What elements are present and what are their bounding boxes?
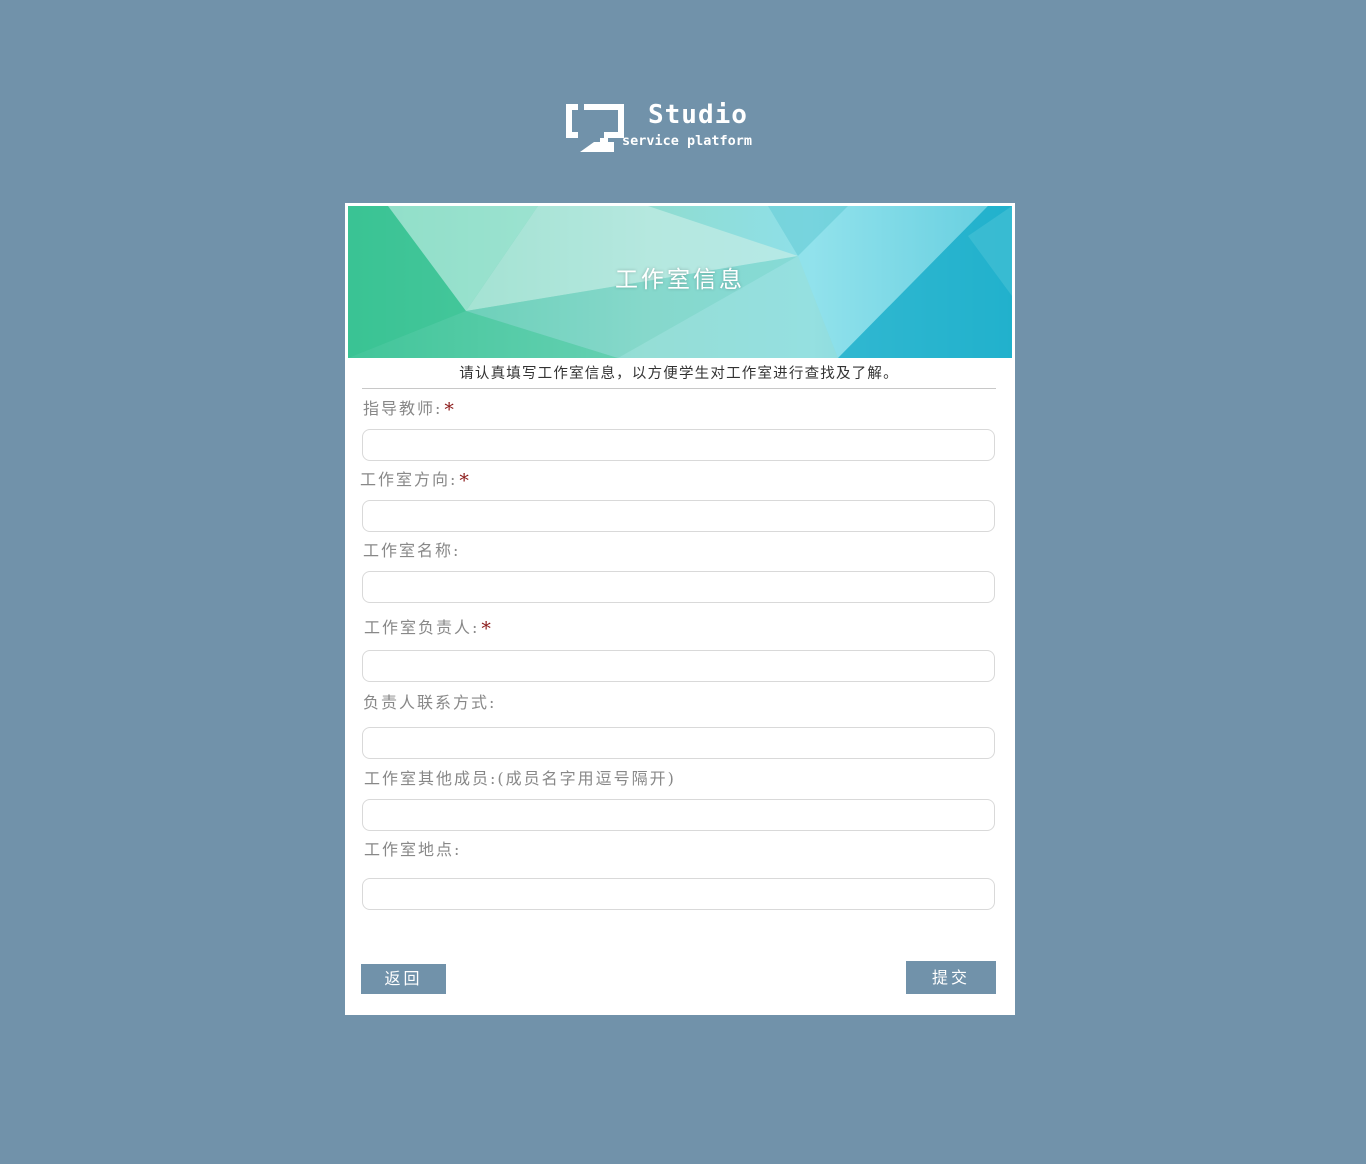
contact-label-text: 负责人联系方式: [363,693,497,712]
location-label-text: 工作室地点: [364,840,462,859]
advisor-label-text: 指导教师: [363,399,443,418]
banner: 工作室信息 [348,206,1012,358]
direction-label: 工作室方向: * [360,468,471,492]
banner-title: 工作室信息 [615,267,745,293]
studio-name-input[interactable] [362,571,995,603]
monitor-bracket-icon [566,104,624,152]
studio-name-label-text: 工作室名称: [363,541,461,560]
back-button[interactable]: 返回 [361,964,446,994]
studio-form-card: 工作室信息 请认真填写工作室信息，以方便学生对工作室进行查找及了解。 指导教师:… [345,203,1015,1015]
required-mark: * [459,470,471,492]
logo-title: Studio [648,100,748,130]
intro-text: 请认真填写工作室信息，以方便学生对工作室进行查找及了解。 [459,366,899,382]
submit-button[interactable]: 提交 [906,961,996,994]
leader-input[interactable] [362,650,995,682]
advisor-label: 指导教师: * [363,397,456,421]
direction-label-text: 工作室方向: [360,470,458,489]
location-label: 工作室地点: [364,839,461,861]
leader-label: 工作室负责人: * [364,616,493,640]
members-label-text: 工作室其他成员:(成员名字用逗号隔开) [364,769,676,788]
studio-name-label: 工作室名称: [363,540,460,562]
advisor-input[interactable] [362,429,995,461]
required-mark: * [481,618,493,640]
location-input[interactable] [362,878,995,910]
contact-input[interactable] [362,727,995,759]
divider [362,388,996,389]
members-input[interactable] [362,799,995,831]
contact-label: 负责人联系方式: [363,692,496,714]
leader-label-text: 工作室负责人: [364,618,480,637]
direction-input[interactable] [362,500,995,532]
required-mark: * [444,399,456,421]
logo-subtitle: service platform [622,133,753,149]
logo: Studio service platform [564,100,804,156]
members-label: 工作室其他成员:(成员名字用逗号隔开) [364,768,676,790]
